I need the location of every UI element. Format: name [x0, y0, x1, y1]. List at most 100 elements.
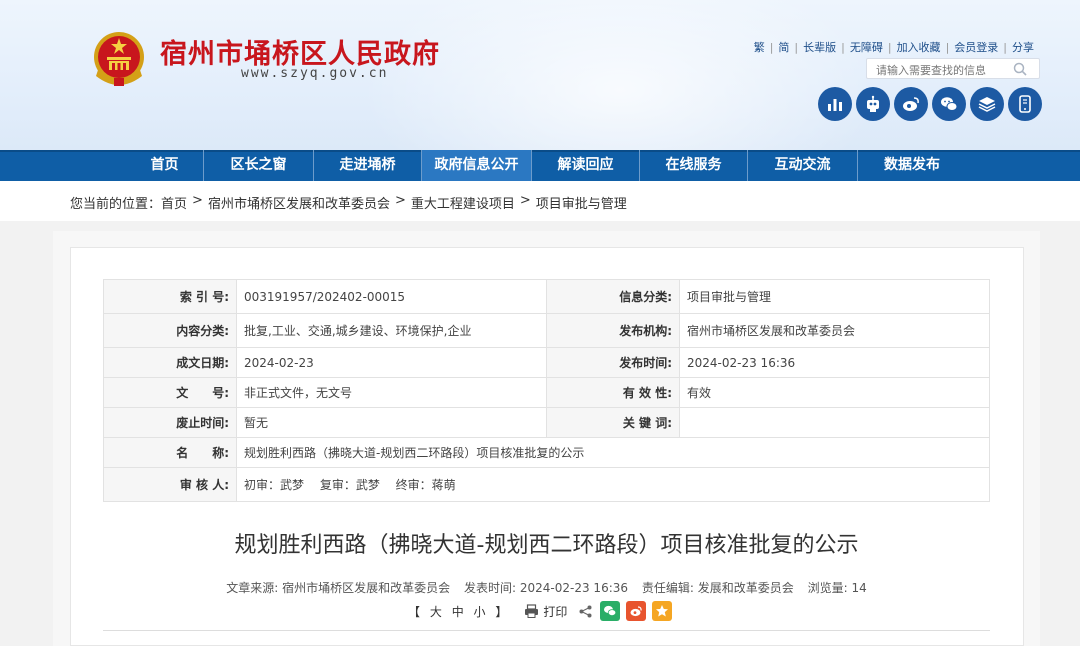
nav-item-home[interactable]: 首页 — [126, 150, 204, 181]
keywords-label: 关 键 词: — [546, 407, 680, 438]
abolish-time-label: 废止时间: — [103, 407, 237, 438]
article-tools: 【 大 中 小 】 打印 — [408, 600, 678, 622]
elder-version-link[interactable]: 长辈版 — [803, 39, 836, 55]
simplified-chinese-link[interactable]: 简 — [778, 39, 789, 55]
breadcrumb-item-major-projects[interactable]: 重大工程建设项目 — [411, 193, 515, 212]
article-title: 规划胜利西路（拂晓大道-规划西二环路段）项目核准批复的公示 — [234, 533, 859, 558]
nav-item-interaction[interactable]: 互动交流 — [748, 150, 858, 181]
printer-icon — [525, 604, 539, 618]
created-date-label: 成文日期: — [103, 347, 237, 378]
font-size-switch: 【 大 中 小 】 — [408, 603, 510, 620]
print-button[interactable]: 打印 — [524, 603, 567, 620]
nav-item-about-yongqiao[interactable]: 走进埇桥 — [314, 150, 422, 181]
breadcrumb-prefix: 您当前的位置： — [70, 197, 162, 212]
wechat-icon[interactable] — [932, 87, 966, 121]
robot-icon[interactable] — [856, 87, 890, 121]
doc-name-label: 名 称: — [103, 437, 237, 468]
main-nav: 首页 区长之窗 走进埇桥 政府信息公开 解读回应 在线服务 互动交流 数据发布 — [0, 150, 1080, 181]
breadcrumb-item-drc[interactable]: 宿州市埇桥区发展和改革委员会 — [208, 193, 390, 212]
wechat-share-icon[interactable] — [600, 601, 621, 621]
font-small-button[interactable]: 小 — [474, 605, 489, 619]
traditional-chinese-link[interactable]: 繁 — [754, 39, 765, 55]
editor-label: 责任编辑: — [641, 581, 694, 595]
table-row: 文 号: 非正式文件，无文号 有 效 性: 有效 — [103, 377, 990, 408]
reviewer-label: 审 核 人: — [103, 467, 237, 502]
nav-item-gov-info-disclosure[interactable]: 政府信息公开 — [422, 150, 532, 181]
source-label: 文章来源: — [226, 581, 279, 595]
nav-item-online-service[interactable]: 在线服务 — [640, 150, 748, 181]
nav-item-data-release[interactable]: 数据发布 — [858, 150, 966, 181]
publish-time-value: 2024-02-23 16:36 — [679, 347, 990, 378]
font-large-button[interactable]: 大 — [430, 605, 445, 619]
search-icon[interactable] — [1013, 62, 1027, 76]
font-bracket-open: 【 — [408, 604, 424, 619]
article-info: 文章来源: 宿州市埇桥区发展和改革委员会 发表时间: 2024-02-23 16… — [103, 579, 990, 596]
breadcrumb-bar: 您当前的位置： 首页 > 宿州市埇桥区发展和改革委员会 > 重大工程建设项目 >… — [0, 181, 1080, 221]
bar-chart-icon[interactable] — [818, 87, 852, 121]
table-row: 废止时间: 暂无 关 键 词: — [103, 407, 990, 438]
content-type-label: 内容分类: — [103, 313, 237, 348]
weibo-share-icon[interactable] — [626, 601, 647, 621]
nav-item-mayor-window[interactable]: 区长之窗 — [204, 150, 314, 181]
content-divider — [103, 630, 990, 631]
font-medium-button[interactable]: 中 — [452, 605, 467, 619]
site-url: www.szyq.gov.cn — [241, 66, 389, 81]
search-input[interactable] — [867, 61, 1007, 80]
content-type-value: 批复,工业、交通,城乡建设、环境保护,企业 — [236, 313, 547, 348]
weibo-icon[interactable] — [894, 87, 928, 121]
abolish-time-value: 暂无 — [236, 407, 547, 438]
publisher-label: 发布机构: — [546, 313, 680, 348]
share-icon[interactable] — [579, 605, 592, 618]
accessibility-link[interactable]: 无障碍 — [850, 39, 883, 55]
separator: | — [794, 40, 799, 54]
table-row: 成文日期: 2024-02-23 发布时间: 2024-02-23 16:36 — [103, 347, 990, 378]
separator: | — [945, 40, 950, 54]
views-label: 浏览量: — [807, 581, 848, 595]
breadcrumb-separator: > — [519, 193, 531, 208]
keywords-value — [679, 407, 990, 438]
separator: | — [887, 40, 892, 54]
index-value: 003191957/202402-00015 — [236, 279, 547, 314]
source-value: 宿州市埇桥区发展和改革委员会 — [282, 581, 451, 595]
index-label: 索 引 号: — [103, 279, 237, 314]
search-box — [866, 58, 1040, 80]
table-row: 名 称: 规划胜利西路（拂晓大道-规划西二环路段）项目核准批复的公示 — [103, 437, 990, 468]
validity-value: 有效 — [679, 377, 990, 408]
category-value: 项目审批与管理 — [679, 279, 990, 314]
mobile-icon[interactable] — [1008, 87, 1042, 121]
member-login-link[interactable]: 会员登录 — [954, 39, 998, 55]
share-link[interactable]: 分享 — [1012, 39, 1034, 55]
editor-value: 发展和改革委员会 — [697, 581, 794, 595]
breadcrumb-separator: > — [394, 193, 406, 208]
publish-time-label: 发布时间: — [546, 347, 680, 378]
reviewer-value: 初审：武梦 复审：武梦 终审：蒋萌 — [236, 467, 990, 502]
table-row: 审 核 人: 初审：武梦 复审：武梦 终审：蒋萌 — [103, 467, 990, 502]
layers-icon[interactable] — [970, 87, 1004, 121]
print-label: 打印 — [543, 604, 568, 619]
table-row: 索 引 号: 003191957/202402-00015 信息分类: 项目审批… — [103, 279, 990, 314]
separator: | — [841, 40, 845, 54]
doc-name-value: 规划胜利西路（拂晓大道-规划西二环路段）项目核准批复的公示 — [236, 437, 990, 468]
metadata-table: 索 引 号: 003191957/202402-00015 信息分类: 项目审批… — [103, 279, 990, 502]
nav-list: 首页 区长之窗 走进埇桥 政府信息公开 解读回应 在线服务 互动交流 数据发布 — [126, 150, 966, 181]
separator: | — [1003, 40, 1007, 54]
top-links: 繁 | 简 | 长辈版 | 无障碍 | 加入收藏 | 会员登录 | 分享 — [754, 39, 1034, 55]
favorite-share-icon[interactable] — [652, 601, 673, 621]
publisher-value: 宿州市埇桥区发展和改革委员会 — [679, 313, 990, 348]
views-value: 14 — [851, 581, 867, 595]
site-header: 宿州市埇桥区人民政府 www.szyq.gov.cn 繁 | 简 | 长辈版 |… — [0, 0, 1080, 150]
national-emblem-icon[interactable] — [92, 30, 146, 88]
table-row: 内容分类: 批复,工业、交通,城乡建设、环境保护,企业 发布机构: 宿州市埇桥区… — [103, 313, 990, 348]
category-label: 信息分类: — [546, 279, 680, 314]
quick-icons — [818, 87, 1042, 121]
nav-item-interpretation[interactable]: 解读回应 — [532, 150, 640, 181]
add-favorite-link[interactable]: 加入收藏 — [897, 39, 941, 55]
breadcrumb-separator: > — [192, 193, 203, 208]
separator: | — [769, 40, 774, 54]
doc-number-value: 非正式文件，无文号 — [236, 377, 547, 408]
breadcrumb: 您当前的位置： 首页 > 宿州市埇桥区发展和改革委员会 > 重大工程建设项目 >… — [70, 193, 627, 212]
breadcrumb-item-approval[interactable]: 项目审批与管理 — [536, 193, 627, 212]
breadcrumb-item-home[interactable]: 首页 — [161, 193, 187, 212]
validity-label: 有 效 性: — [546, 377, 680, 408]
date-label: 发表时间: — [464, 581, 517, 595]
